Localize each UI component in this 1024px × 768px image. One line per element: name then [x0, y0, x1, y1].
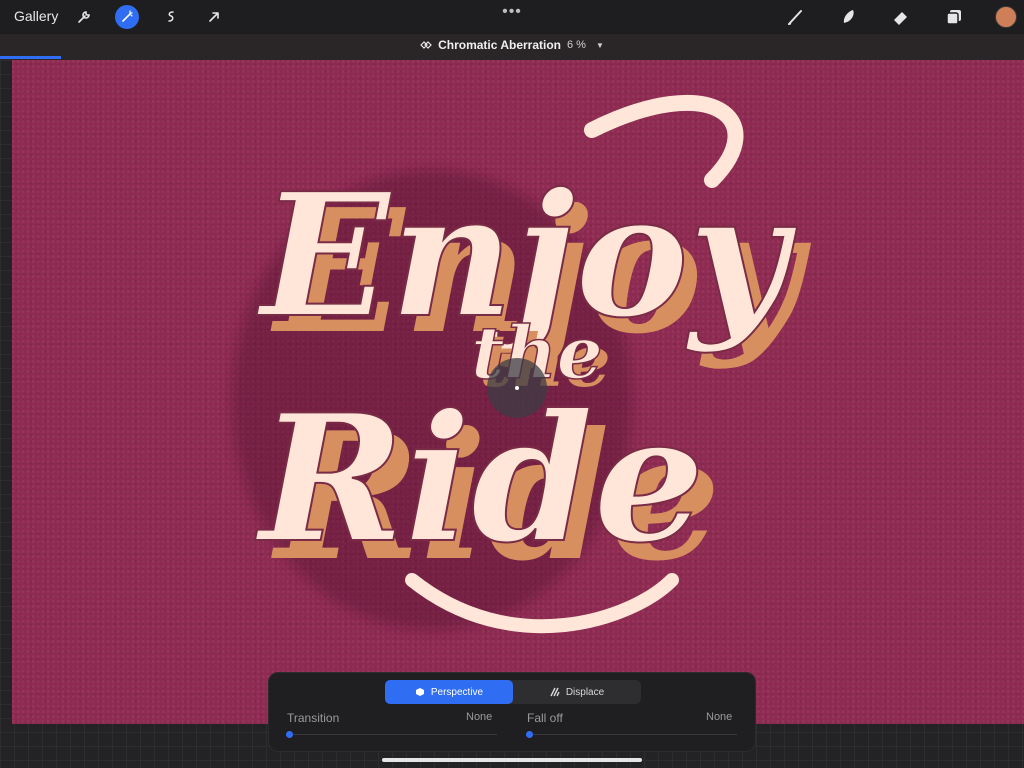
- transform-arrow-icon: [209, 12, 219, 22]
- adjustments-magic-wand-icon[interactable]: [115, 5, 139, 29]
- chevron-down-icon: ▼: [595, 40, 604, 50]
- drawing-canvas[interactable]: Enjoy Enjoy the the Ride Ride: [12, 60, 1024, 724]
- adjustment-title: Chromatic Aberration: [438, 38, 561, 52]
- more-options-button[interactable]: •••: [500, 3, 524, 21]
- layers-tool[interactable]: [942, 5, 966, 29]
- displace-mode-label: Displace: [565, 686, 605, 698]
- actions-wrench-icon[interactable]: [72, 5, 96, 29]
- perspective-mode-label: Perspective: [430, 686, 484, 698]
- transform-tool[interactable]: [202, 5, 226, 29]
- displace-mode-button[interactable]: Displace: [513, 680, 641, 704]
- color-picker-swatch[interactable]: [995, 6, 1017, 28]
- falloff-slider-track[interactable]: [529, 734, 737, 735]
- displace-icon: [550, 687, 560, 697]
- smudge-tool[interactable]: [837, 5, 861, 29]
- layers-icon: [946, 10, 961, 25]
- selection-icon: [168, 11, 174, 22]
- smudge-icon: [843, 10, 854, 23]
- perspective-mode-button[interactable]: Perspective: [385, 680, 513, 704]
- gallery-button[interactable]: Gallery: [14, 8, 58, 24]
- brush-tool[interactable]: [784, 5, 808, 29]
- falloff-label: Fall off: [527, 711, 563, 725]
- cube-icon: [415, 688, 424, 696]
- home-indicator[interactable]: [382, 758, 642, 762]
- falloff-value: None: [706, 711, 733, 723]
- transition-value: None: [466, 711, 493, 723]
- ride-face: Ride: [254, 377, 705, 582]
- brush-icon: [788, 10, 802, 25]
- adjustment-progress-fill: [0, 56, 62, 59]
- magic-wand-icon: [122, 10, 133, 22]
- falloff-slider-knob[interactable]: [526, 731, 533, 738]
- wrench-icon: [78, 11, 90, 23]
- top-toolbar: Gallery •••: [0, 0, 1024, 34]
- adjustment-panel: Perspective Displace Transition None Fal…: [268, 672, 756, 752]
- transition-slider-knob[interactable]: [286, 731, 293, 738]
- eraser-icon: [894, 12, 907, 25]
- touch-point-center: [515, 386, 519, 390]
- selection-tool[interactable]: [159, 5, 183, 29]
- adjustment-header[interactable]: Chromatic Aberration 6 % ▼: [0, 34, 1024, 56]
- transition-label: Transition: [287, 711, 340, 725]
- lettering-artwork: Enjoy Enjoy the the Ride Ride: [232, 94, 812, 634]
- adjustment-percent: 6 %: [567, 39, 586, 51]
- mode-segmented-control: Perspective Displace: [385, 680, 641, 704]
- chromatic-aberration-icon: [420, 41, 432, 49]
- eraser-tool[interactable]: [889, 5, 913, 29]
- lettering-ride: Ride Ride: [253, 376, 721, 600]
- transition-slider-track[interactable]: [289, 734, 497, 735]
